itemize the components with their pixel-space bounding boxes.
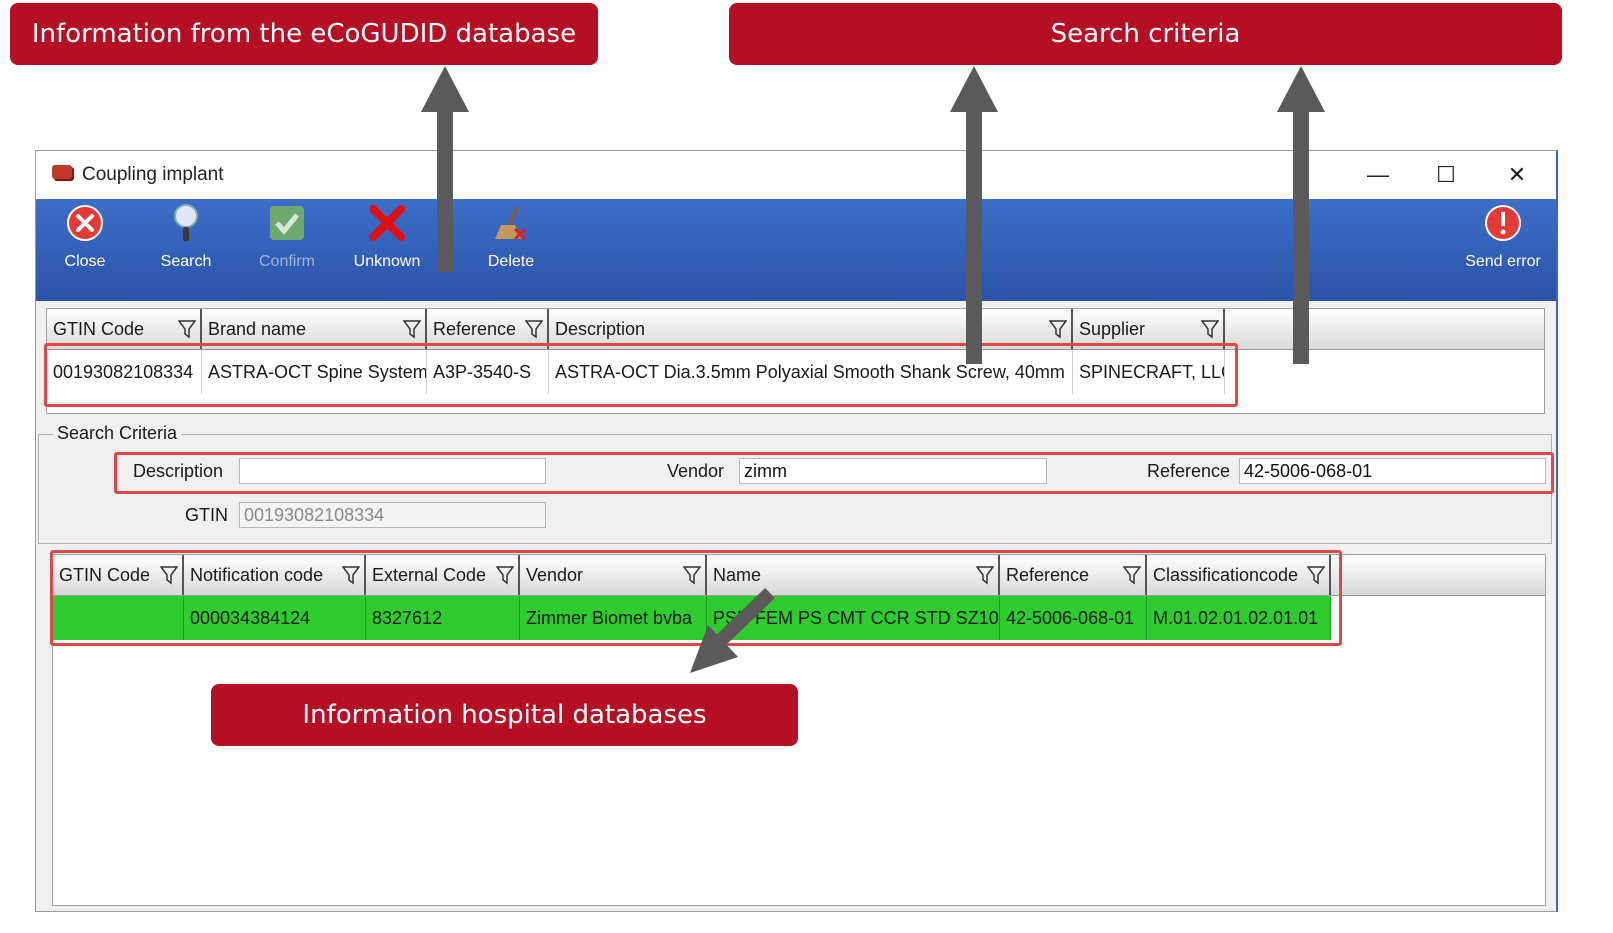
- col-description[interactable]: Description: [549, 309, 1073, 349]
- col-reference[interactable]: Reference: [1000, 555, 1147, 595]
- vendor-label: Vendor: [667, 461, 725, 481]
- search-label: Search: [160, 253, 212, 270]
- close-window-button[interactable]: ✕: [1497, 159, 1537, 191]
- arrow-shaft: [966, 112, 982, 364]
- description-input[interactable]: [239, 458, 546, 484]
- search-criteria-label: Search Criteria: [53, 423, 182, 444]
- checkmark-icon: [267, 203, 307, 243]
- filter-icon[interactable]: [976, 565, 994, 585]
- cell-gtin: 00193082108334: [47, 350, 202, 394]
- filter-icon[interactable]: [178, 319, 196, 339]
- filter-icon[interactable]: [160, 565, 178, 585]
- callout-search-criteria: Search criteria: [729, 3, 1562, 65]
- unknown-label: Unknown: [353, 253, 421, 270]
- exclamation-icon: [1483, 203, 1523, 243]
- col-brand-name[interactable]: Brand name: [202, 309, 427, 349]
- close-button[interactable]: Close: [62, 199, 108, 301]
- vendor-input[interactable]: zimm: [739, 458, 1047, 484]
- close-circle-icon: [65, 203, 105, 243]
- cell-reference: 42-5006-068-01: [1000, 596, 1147, 640]
- col-reference[interactable]: Reference: [427, 309, 549, 349]
- cell-supplier: SPINECRAFT, LLC: [1073, 350, 1225, 394]
- cell-external-code: 8327612: [366, 596, 520, 640]
- maximize-button[interactable]: ☐: [1426, 159, 1466, 191]
- delete-label: Delete: [487, 253, 535, 270]
- arrow-up-icon: [421, 66, 469, 112]
- reference-label: Reference: [1147, 461, 1231, 481]
- close-label: Close: [64, 253, 106, 270]
- arrow-shaft: [437, 112, 453, 272]
- coupling-implant-window: Coupling implant — ☐ ✕ Close Search Conf…: [35, 150, 1558, 912]
- arrow-up-icon: [1277, 66, 1325, 112]
- col-supplier[interactable]: Supplier: [1073, 309, 1225, 349]
- filter-icon[interactable]: [403, 319, 421, 339]
- cell-classificationcode: M.01.02.01.02.01.01: [1147, 596, 1331, 640]
- filter-icon[interactable]: [496, 565, 514, 585]
- grid-header: GTIN Code Brand name Reference Descripti…: [47, 309, 1544, 350]
- description-label: Description: [133, 461, 224, 481]
- filter-icon[interactable]: [1201, 319, 1219, 339]
- table-row[interactable]: 00193082108334 ASTRA-OCT Spine System A3…: [47, 350, 1544, 394]
- delete-button[interactable]: Delete: [485, 199, 537, 301]
- cell-vendor: Zimmer Biomet bvba: [520, 596, 707, 640]
- gtin-label: GTIN: [185, 505, 228, 525]
- arrow-up-icon: [950, 66, 998, 112]
- window-title: Coupling implant: [82, 164, 224, 185]
- confirm-button[interactable]: Confirm: [254, 199, 320, 301]
- search-button[interactable]: Search: [158, 199, 214, 301]
- filter-icon[interactable]: [1123, 565, 1141, 585]
- arrow-shaft: [1293, 112, 1309, 364]
- cell-gtin: [53, 596, 184, 640]
- title-bar: Coupling implant — ☐ ✕: [36, 151, 1556, 199]
- col-external-code[interactable]: External Code: [366, 555, 520, 595]
- cell-notification-code: 000034384124: [184, 596, 366, 640]
- filter-icon[interactable]: [342, 565, 360, 585]
- cell-description: ASTRA-OCT Dia.3.5mm Polyaxial Smooth Sha…: [549, 350, 1073, 394]
- col-gtin-code[interactable]: GTIN Code: [47, 309, 202, 349]
- toolbar: Close Search Confirm Unknown Delete Send…: [36, 199, 1556, 301]
- send-error-label: Send error: [1465, 253, 1541, 270]
- callout-ecogudid: Information from the eCoGUDID database: [10, 3, 598, 65]
- app-icon: [52, 165, 72, 179]
- filter-icon[interactable]: [525, 319, 543, 339]
- arrow-down-left-icon: [690, 587, 775, 673]
- filter-icon[interactable]: [1049, 319, 1067, 339]
- filter-icon[interactable]: [683, 565, 701, 585]
- confirm-label: Confirm: [258, 253, 315, 270]
- send-error-button[interactable]: Send error: [1462, 199, 1544, 301]
- minimize-button[interactable]: —: [1358, 159, 1398, 191]
- reference-input[interactable]: 42-5006-068-01: [1239, 458, 1546, 484]
- col-vendor[interactable]: Vendor: [520, 555, 707, 595]
- callout-hospital-databases: Information hospital databases: [211, 684, 798, 746]
- col-classificationcode[interactable]: Classificationcode: [1147, 555, 1331, 595]
- grid-header: GTIN Code Notification code External Cod…: [53, 555, 1545, 596]
- col-gtin-code[interactable]: GTIN Code: [53, 555, 184, 595]
- unknown-button[interactable]: Unknown: [350, 199, 424, 301]
- magnifier-icon: [166, 203, 206, 243]
- col-notification-code[interactable]: Notification code: [184, 555, 366, 595]
- red-x-icon: [367, 203, 407, 243]
- ecogudid-grid: GTIN Code Brand name Reference Descripti…: [46, 308, 1545, 414]
- search-criteria-group: Search Criteria Description Vendor zimm …: [38, 423, 1552, 544]
- filter-icon[interactable]: [1307, 565, 1325, 585]
- broom-icon: [491, 203, 531, 243]
- cell-reference: A3P-3540-S: [427, 350, 549, 394]
- cell-brand: ASTRA-OCT Spine System: [202, 350, 427, 394]
- gtin-input[interactable]: 00193082108334: [239, 502, 546, 528]
